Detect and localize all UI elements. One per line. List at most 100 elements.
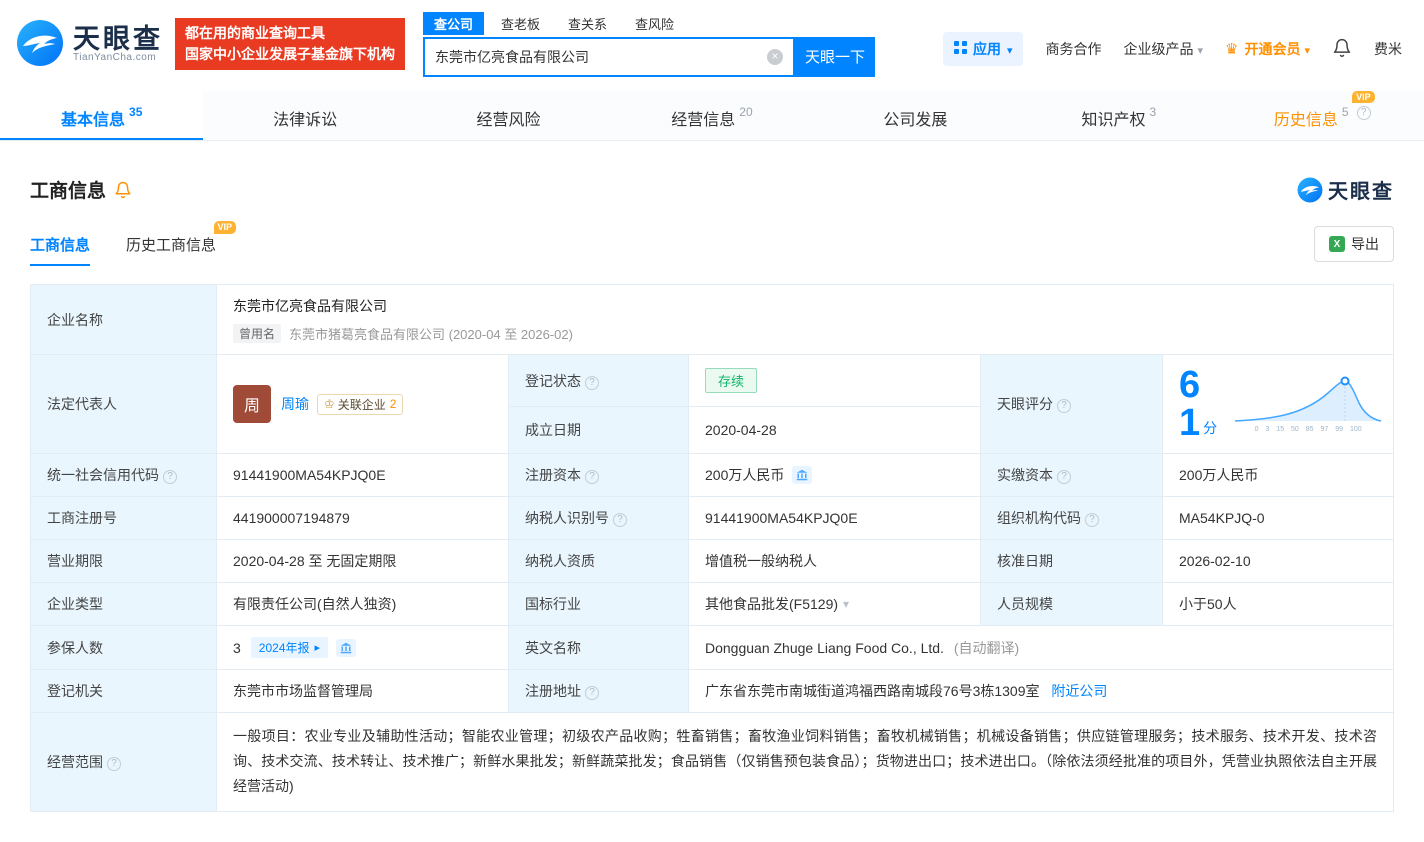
tab-basic-info[interactable]: 基本信息 35	[0, 91, 204, 140]
field-label: 营业期限	[30, 539, 217, 583]
section-header: 工商信息 天眼查	[30, 175, 1394, 204]
section-title: 工商信息	[30, 181, 107, 202]
help-icon[interactable]	[163, 470, 177, 484]
score-cell: 61 分 0 3 15 50 85 97 99 100	[1162, 354, 1394, 454]
taxpayer-id-cell: 91441900MA54KPJQ0E	[688, 496, 981, 540]
top-header: 天眼查 TianYanCha.com 都在用的商业查询工具 国家中小企业发展子基…	[0, 0, 1424, 88]
help-icon[interactable]	[613, 513, 627, 527]
reg-authority-cell: 东莞市市场监督管理局	[216, 669, 509, 713]
company-name-cell: 东莞市亿亮食品有限公司 曾用名 东莞市猪葛亮食品有限公司 (2020-04 至 …	[216, 284, 1394, 355]
search-button[interactable]: 天眼一下	[795, 36, 875, 77]
business-info-table: 企业名称 东莞市亿亮食品有限公司 曾用名 东莞市猪葛亮食品有限公司 (2020-…	[30, 284, 1394, 812]
chevron-down-icon	[1304, 41, 1310, 57]
field-label: 工商注册号	[30, 496, 217, 540]
business-scope-cell: 一般项目：农业专业及辅助性活动；智能农业管理；初级农产品收购；牲畜销售；畜牧渔业…	[216, 712, 1394, 812]
excel-icon	[1329, 236, 1345, 252]
help-icon[interactable]	[585, 686, 599, 700]
slogan-line-2: 国家中小企业发展子基金旗下机构	[185, 46, 395, 62]
approval-date-cell: 2026-02-10	[1162, 539, 1394, 583]
reg-status-cell: 存续	[688, 353, 981, 408]
clear-search-icon[interactable]	[767, 48, 783, 65]
reg-capital-cell: 200万人民币	[688, 453, 981, 497]
table-row: 统一社会信用代码 91441900MA54KPJQ0E 注册资本 200万人民币…	[30, 453, 1394, 497]
field-label: 人员规模	[980, 582, 1163, 626]
score-value: 61	[1179, 364, 1201, 444]
tab-operation-risk[interactable]: 经营风险	[407, 91, 610, 140]
help-icon[interactable]	[1356, 105, 1371, 120]
search-area: 查公司 查老板 查关系 查风险 天眼一下	[423, 11, 875, 77]
table-row: 工商注册号 441900007194879 纳税人识别号 91441900MA5…	[30, 496, 1394, 540]
export-button[interactable]: 导出	[1314, 226, 1394, 262]
table-row: 企业名称 东莞市亿亮食品有限公司 曾用名 东莞市猪葛亮食品有限公司 (2020-…	[30, 284, 1394, 355]
staff-size-cell: 小于50人	[1162, 582, 1394, 626]
english-name-cell: Dongguan Zhuge Liang Food Co., Ltd. (自动翻…	[688, 625, 1394, 670]
insured-history-icon[interactable]	[336, 638, 357, 657]
field-label: 实缴资本	[980, 453, 1163, 497]
help-icon[interactable]	[1057, 470, 1071, 484]
vip-badge: VIP	[213, 221, 237, 234]
brand-domain: TianYanCha.com	[73, 51, 157, 63]
chevron-down-icon[interactable]	[843, 597, 849, 611]
field-label: 国标行业	[508, 582, 689, 626]
field-label: 法定代表人	[30, 354, 217, 454]
subtab-business-info[interactable]: 工商信息	[30, 234, 90, 266]
tab-legal-proceedings[interactable]: 法律诉讼	[203, 91, 406, 140]
subtabs-row: 工商信息 VIP 历史工商信息 导出	[30, 221, 1394, 266]
field-label: 注册资本	[508, 453, 689, 497]
help-icon[interactable]	[107, 756, 121, 771]
legal-rep-link[interactable]: 周瑜	[281, 394, 309, 414]
annual-report-badge[interactable]: 2024年报	[250, 637, 329, 658]
help-icon[interactable]	[1085, 513, 1099, 527]
chevron-down-icon	[1197, 41, 1203, 57]
tab-history-info[interactable]: VIP 历史信息 5	[1221, 90, 1424, 140]
help-icon[interactable]	[1057, 399, 1071, 413]
table-row: 登记机关 东莞市市场监督管理局 注册地址 广东省东莞市南城街道鸿福西路南城段76…	[30, 669, 1394, 713]
table-row: 经营范围 一般项目：农业专业及辅助性活动；智能农业管理；初级农产品收购；牲畜销售…	[30, 712, 1394, 812]
apps-menu[interactable]: 应用	[942, 32, 1024, 66]
subtab-history-business-info[interactable]: VIP 历史工商信息	[126, 221, 237, 266]
help-icon[interactable]	[585, 375, 599, 390]
tianyancha-logo[interactable]: 天眼查 TianYanCha.com	[16, 19, 163, 70]
notification-bell-icon[interactable]	[1332, 38, 1352, 61]
tab-company-development[interactable]: 公司发展	[814, 91, 1017, 140]
related-companies-badge[interactable]: 关联企业 2	[317, 393, 404, 415]
field-label: 纳税人资质	[508, 539, 689, 583]
reg-address-cell: 广东省东莞市南城街道鸿福西路南城段76号3栋1309室 附近公司	[688, 669, 1394, 713]
search-input[interactable]	[425, 38, 793, 75]
field-label: 统一社会信用代码	[30, 453, 217, 497]
apps-grid-icon	[953, 41, 967, 57]
score-unit: 分	[1203, 420, 1218, 436]
score-curve-chart: 0 3 15 50 85 97 99 100	[1233, 375, 1383, 433]
nav-open-vip[interactable]: 开通会员	[1225, 39, 1310, 59]
field-label: 登记状态	[508, 353, 689, 408]
business-scope-text: 一般项目：农业专业及辅助性活动；智能农业管理；初级农产品收购；牲畜销售；畜牧渔业…	[233, 728, 1377, 795]
field-label: 天眼评分	[980, 354, 1163, 454]
nav-enterprise-products[interactable]: 企业级产品	[1123, 39, 1203, 59]
table-row: 营业期限 2020-04-28 至 无固定期限 纳税人资质 增值税一般纳税人 核…	[30, 539, 1394, 583]
insured-cell: 3 2024年报	[216, 625, 509, 670]
field-label: 经营范围	[30, 712, 217, 812]
nav-cooperation[interactable]: 商务合作	[1045, 39, 1101, 59]
paid-capital-cell: 200万人民币	[1162, 453, 1394, 497]
field-label: 登记机关	[30, 669, 217, 713]
establish-date-cell: 2020-04-28	[688, 406, 981, 454]
capital-history-icon[interactable]	[792, 466, 813, 484]
field-label: 成立日期	[508, 406, 689, 454]
search-tab-boss[interactable]: 查老板	[490, 12, 551, 35]
help-icon[interactable]	[585, 470, 599, 484]
search-box	[423, 36, 795, 77]
table-row: 企业类型 有限责任公司(自然人独资) 国标行业 其他食品批发(F5129) 人员…	[30, 582, 1394, 626]
nearby-companies-link[interactable]: 附近公司	[1051, 683, 1107, 699]
field-label: 英文名称	[508, 625, 689, 670]
search-tab-company[interactable]: 查公司	[423, 11, 485, 35]
tab-operation-info[interactable]: 经营信息 20	[610, 91, 813, 140]
user-account[interactable]: 费米	[1374, 39, 1402, 59]
auto-translate-note: (自动翻译)	[953, 639, 1020, 656]
score-axis-labels: 0 3 15 50 85 97 99 100	[1254, 426, 1362, 433]
search-tab-risk[interactable]: 查风险	[624, 12, 685, 35]
search-tab-relation[interactable]: 查关系	[557, 12, 618, 35]
company-section-tabs: 基本信息 35 法律诉讼 经营风险 经营信息 20 公司发展 知识产权 3 VI…	[0, 90, 1424, 141]
tab-intellectual-property[interactable]: 知识产权 3	[1017, 91, 1220, 140]
subscribe-bell-icon[interactable]	[114, 181, 132, 199]
legal-rep-avatar[interactable]: 周	[233, 385, 271, 423]
